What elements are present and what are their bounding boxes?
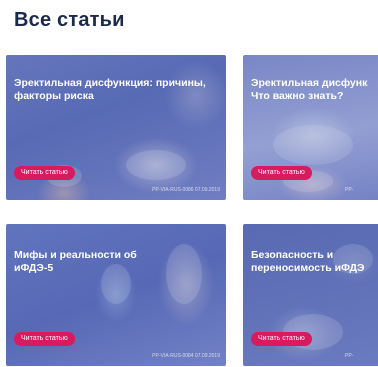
read-article-button[interactable]: Читать статью xyxy=(251,166,312,180)
article-title-line: Мифы и реальности об xyxy=(14,249,137,261)
read-article-button[interactable]: Читать статью xyxy=(251,332,312,346)
article-card-myths-pde5[interactable]: Мифы и реальности об иФДЭ-5 Читать статью… xyxy=(6,224,226,366)
article-title[interactable]: Эректильная дисфунк Что важно знать? xyxy=(251,77,367,103)
article-code: PP-VIA-RUS-0086 07.09.2019 xyxy=(152,187,220,193)
article-code: PP-VIA-RUS-0084 07.09.2019 xyxy=(152,353,220,359)
article-title[interactable]: Мифы и реальности об иФДЭ-5 xyxy=(14,249,214,275)
article-title-line: Что важно знать? xyxy=(251,90,344,102)
article-title-line: переносимость иФДЭ xyxy=(251,262,365,274)
read-article-button[interactable]: Читать статью xyxy=(14,332,75,346)
article-title[interactable]: Эректильная дисфункция: причины, факторы… xyxy=(14,77,214,103)
article-card-safety-pde5[interactable]: Безопасность и переносимость иФДЭ Читать … xyxy=(243,224,378,366)
page-title: Все статьи xyxy=(14,9,125,31)
article-card-ed-what-to-know[interactable]: Эректильная дисфунк Что важно знать? Чита… xyxy=(243,55,378,200)
article-title-line: Эректильная дисфунк xyxy=(251,77,368,89)
read-article-button[interactable]: Читать статью xyxy=(14,166,75,180)
article-code: PP- xyxy=(345,353,354,359)
article-title[interactable]: Безопасность и переносимость иФДЭ xyxy=(251,249,364,275)
articles-page: Все статьи Эректильная дисфункция: причи… xyxy=(0,0,378,367)
article-code: PP- xyxy=(345,187,354,193)
article-card-ed-causes[interactable]: Эректильная дисфункция: причины, факторы… xyxy=(6,55,226,200)
article-title-line: Безопасность и xyxy=(251,249,334,261)
article-title-line: иФДЭ-5 xyxy=(14,262,54,274)
